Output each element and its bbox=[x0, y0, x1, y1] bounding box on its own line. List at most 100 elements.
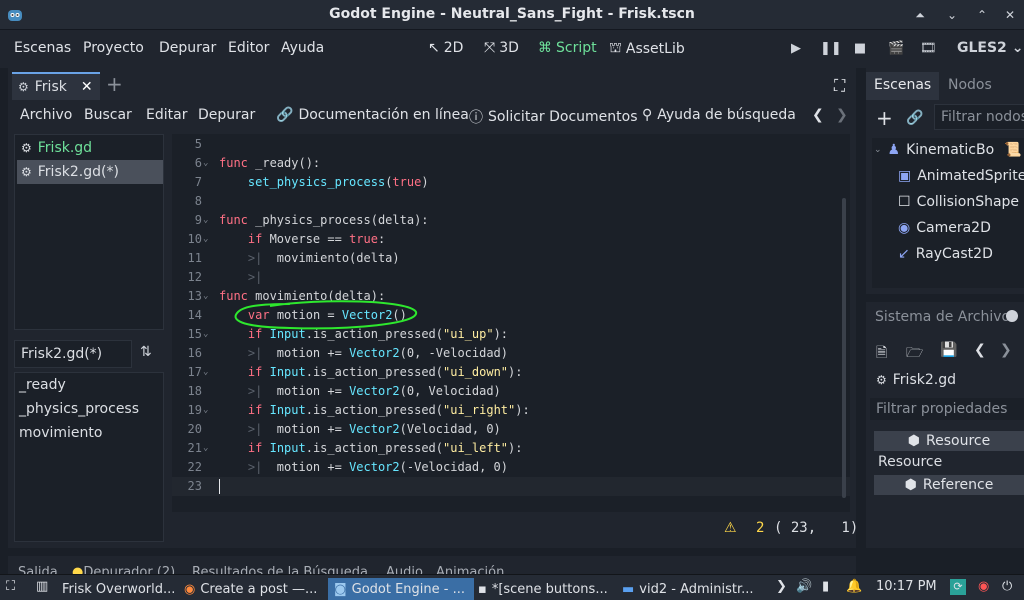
tab-escenas-dock[interactable]: Escenas bbox=[866, 72, 940, 100]
forward-icon[interactable]: ❯ bbox=[1000, 342, 1012, 358]
menu-ayuda[interactable]: Ayuda bbox=[281, 40, 324, 56]
close-window-icon[interactable]: ✕ bbox=[1000, 5, 1020, 25]
scene-icon: ⚙ bbox=[18, 80, 29, 94]
stop-icon[interactable]: ■ bbox=[852, 41, 868, 57]
pause-icon[interactable]: ❚❚ bbox=[820, 41, 842, 57]
add-node-icon[interactable]: + bbox=[876, 106, 893, 130]
close-tab-icon[interactable]: ✕ bbox=[81, 79, 93, 95]
tree-node-camera2d[interactable]: ◉ Camera2D bbox=[898, 220, 991, 236]
volume-icon[interactable]: 🔊 bbox=[796, 579, 812, 594]
assetlib-icon: ⛫ bbox=[609, 40, 622, 56]
maximize-icon[interactable]: ⌃ bbox=[972, 5, 992, 25]
fold-icon[interactable]: ⌄ bbox=[203, 287, 213, 306]
play-custom-scene-icon[interactable]: 🎞 bbox=[920, 41, 937, 57]
fold-icon[interactable]: ⌄ bbox=[203, 363, 213, 382]
add-tab-icon[interactable]: + bbox=[106, 72, 123, 96]
task-frisk-overworld[interactable]: Frisk Overworld... bbox=[62, 578, 180, 600]
menu-script-depurar[interactable]: Depurar bbox=[198, 107, 255, 123]
code-line: 6 ⌄ func _ready(): bbox=[172, 154, 850, 173]
workspace-2d[interactable]: ↖ 2D bbox=[428, 40, 463, 56]
menu-editor[interactable]: Editor bbox=[228, 40, 269, 56]
menu-depurar[interactable]: Depurar bbox=[159, 40, 216, 56]
method-item[interactable]: _ready bbox=[19, 377, 66, 393]
filter-nodes-input[interactable]: Filtrar nodos bbox=[934, 104, 1024, 130]
play-icon[interactable]: ▶ bbox=[788, 41, 804, 57]
task-vid2[interactable]: ▬ vid2 - Administr... bbox=[622, 578, 768, 600]
back-icon[interactable]: ❮ bbox=[974, 342, 986, 358]
tree-node-collisionshape[interactable]: ☐ CollisionShape bbox=[898, 194, 1019, 210]
fold-icon[interactable]: ⌄ bbox=[203, 439, 213, 458]
clock[interactable]: 10:17 PM bbox=[876, 579, 937, 594]
tab-frisk[interactable]: ⚙ Frisk ✕ bbox=[12, 72, 100, 100]
gear-icon: ⚙ bbox=[21, 165, 32, 179]
notification-bell-icon[interactable]: 🔔 bbox=[846, 579, 862, 594]
firefox-icon: ◉ bbox=[184, 581, 196, 597]
minimize-icon[interactable]: ⌄ bbox=[942, 5, 962, 25]
section-resource[interactable]: ⬢ Resource bbox=[874, 431, 1024, 451]
fold-icon[interactable]: ⌄ bbox=[203, 401, 213, 420]
script-icon: ⌘ bbox=[538, 40, 552, 56]
history-forward-icon[interactable]: ❯ bbox=[836, 107, 848, 123]
battery-icon[interactable]: ▮ bbox=[822, 579, 829, 594]
help-search-button[interactable]: ⚲ Ayuda de búsqueda bbox=[642, 107, 796, 123]
power-icon[interactable]: ⏻ bbox=[1002, 579, 1012, 594]
app-menu-icon[interactable]: ⛶ bbox=[6, 579, 15, 594]
method-item[interactable]: movimiento bbox=[19, 425, 102, 441]
fold-icon[interactable]: ⌄ bbox=[203, 325, 213, 344]
link-icon: 🔗 bbox=[276, 107, 294, 123]
task-create-post[interactable]: ◉ Create a post —... bbox=[184, 578, 326, 600]
terminal-icon[interactable]: ▥ bbox=[36, 579, 48, 594]
task-godot-engine[interactable]: ◙ Godot Engine - ... bbox=[328, 578, 474, 600]
new-resource-icon[interactable]: 🗎 bbox=[876, 342, 887, 366]
code-line: 20 >| motion += Vector2(Velocidad, 0) bbox=[187, 422, 501, 436]
code-line: 5 bbox=[194, 137, 202, 151]
online-docs-button[interactable]: 🔗 Documentación en línea bbox=[276, 107, 469, 123]
filter-properties-input[interactable]: Filtrar propiedades bbox=[870, 398, 1024, 420]
renderer-select[interactable]: GLES2 ⌄ bbox=[957, 40, 1023, 56]
tab-nodos[interactable]: Nodos bbox=[940, 72, 1000, 100]
workspace-assetlib[interactable]: ⛫ AssetLib bbox=[609, 40, 685, 58]
save-resource-icon[interactable]: 💾 bbox=[940, 342, 957, 358]
tree-node-raycast2d[interactable]: ↙ RayCast2D bbox=[898, 246, 993, 262]
sort-icon[interactable]: ⇅ bbox=[140, 344, 160, 364]
script-item-frisk-gd[interactable]: ⚙ Frisk.gd bbox=[17, 136, 163, 160]
tray-expand-icon[interactable]: ❯ bbox=[776, 579, 787, 594]
menu-buscar[interactable]: Buscar bbox=[84, 107, 132, 123]
fold-icon[interactable]: ⌄ bbox=[203, 154, 213, 173]
section-reference[interactable]: ⬢ Reference bbox=[874, 475, 1024, 495]
inspected-resource[interactable]: ⚙ Frisk2.gd bbox=[876, 372, 956, 388]
warning-icon[interactable]: ⚠ bbox=[724, 520, 737, 536]
fold-icon[interactable]: ⌄ bbox=[203, 230, 213, 249]
fold-icon[interactable]: ⌄ bbox=[203, 211, 213, 230]
menu-archivo[interactable]: Archivo bbox=[20, 107, 72, 123]
code-line: 10 ⌄ if Moverse == true: bbox=[172, 230, 850, 249]
task-scene-buttons[interactable]: ▪ *[scene buttons... bbox=[478, 578, 618, 600]
history-back-icon[interactable]: ❮ bbox=[812, 107, 824, 123]
distraction-free-icon[interactable]: ⛶ bbox=[834, 76, 845, 96]
play-scene-icon[interactable]: 🎬 bbox=[888, 41, 904, 57]
workspace-3d[interactable]: ⤧ 3D bbox=[484, 40, 519, 56]
code-scrollbar[interactable] bbox=[842, 198, 846, 498]
script-item-frisk2-gd[interactable]: ⚙ Frisk2.gd(*) bbox=[17, 160, 163, 184]
sync-icon[interactable]: ⟳ bbox=[950, 579, 966, 595]
tree-node-kinematicbody[interactable]: ⌄ ♟ KinematicBo 📜 bbox=[874, 142, 1022, 158]
method-item[interactable]: _physics_process bbox=[19, 401, 139, 417]
keep-above-icon[interactable]: ⏶ bbox=[910, 5, 930, 25]
menu-escenas[interactable]: Escenas bbox=[14, 40, 71, 56]
methods-filter-label[interactable]: Frisk2.gd(*) bbox=[14, 340, 132, 368]
tree-node-animatedsprite[interactable]: ▣ AnimatedSprite bbox=[898, 168, 1024, 184]
script-attached-icon[interactable]: 📜 bbox=[1004, 142, 1021, 158]
record-icon[interactable]: ◉ bbox=[978, 579, 989, 594]
link-icon[interactable]: 🔗 bbox=[906, 110, 923, 126]
workspace-script[interactable]: ⌘ Script bbox=[538, 40, 597, 56]
open-resource-icon[interactable]: 🗁 bbox=[906, 342, 923, 366]
folder-icon: ▬ bbox=[622, 581, 635, 597]
warning-count[interactable]: 2 bbox=[756, 520, 764, 536]
menu-proyecto[interactable]: Proyecto bbox=[83, 40, 144, 56]
code-line: 16 >| motion += Vector2(0, -Velocidad) bbox=[187, 346, 509, 360]
code-line: 17 ⌄ if Input.is_action_pressed("ui_down"… bbox=[172, 363, 850, 382]
code-line: 11 >| movimiento(delta) bbox=[187, 251, 400, 265]
request-docs-button[interactable]: ⓘ Solicitar Documentos bbox=[469, 107, 637, 127]
menu-editar[interactable]: Editar bbox=[146, 107, 187, 123]
filesystem-options-icon[interactable] bbox=[1006, 310, 1018, 322]
